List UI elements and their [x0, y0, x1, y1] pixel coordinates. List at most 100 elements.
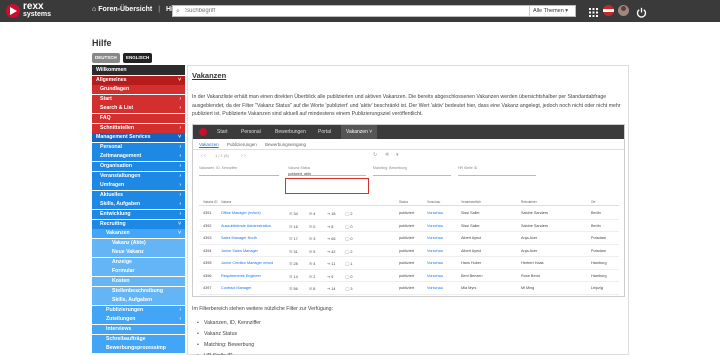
table-cell-name[interactable]: Junior Creditor Manager m/w/d [221, 261, 273, 265]
chevron-icon: › [179, 306, 181, 313]
table-cell-resp: Mia Myrs [461, 286, 476, 290]
page-title: Hilfe [92, 38, 112, 48]
table-cell-city: Potsdam [591, 249, 606, 253]
table-row[interactable]: 4395 Junior Creditor Manager m/w/d ☰ 28 ✉ 4… [199, 257, 619, 270]
table-cell-prev[interactable]: Vorschau [427, 224, 443, 228]
table-cell-value: 0 [350, 274, 353, 279]
nav-item[interactable]: Vakanzen ˅ [92, 229, 185, 239]
table-cell-prev[interactable]: Vorschau [427, 274, 443, 278]
lang-de-button[interactable]: DEUTSCH [92, 53, 120, 63]
table-cell-c4: ◯ 2 [345, 211, 352, 216]
table-cell-resp: Albert Ayeul [461, 236, 481, 240]
table-cell-status: publiziert [399, 211, 414, 215]
embedded-tab-active: Vakanzen ˅ [341, 125, 378, 139]
nav-item-label: Aktuelles [100, 191, 124, 198]
nav-item[interactable]: Aktuelles › [92, 190, 185, 200]
user-avatar[interactable] [618, 5, 629, 16]
nav-item[interactable]: Skills, Aufgaben › [92, 200, 185, 210]
table-cell-value: publiziert [399, 273, 415, 278]
themes-select[interactable]: Alle Themen ▾ [529, 6, 575, 16]
nav-item[interactable]: Anzeige [92, 257, 185, 267]
chevron-icon: › [179, 316, 181, 323]
nav-item[interactable]: Kosten [92, 277, 185, 287]
search-input[interactable] [185, 6, 525, 16]
nav-item[interactable]: Zuteilungen › [92, 315, 185, 325]
embedded-tab: Portal [318, 129, 332, 135]
nav-item[interactable]: Stellenbeschreibung [92, 286, 185, 296]
table-cell-id: 4394 [203, 249, 211, 253]
nav-item[interactable]: Bewerbungsprozessimp [92, 344, 185, 354]
nav-item-label: Start [100, 95, 112, 102]
nav-item[interactable]: Zeitmanagement › [92, 152, 185, 162]
grid-icon[interactable] [588, 5, 599, 17]
table-cell-value: Hamburg [591, 261, 607, 265]
nav-item-label: Vakanz (Akte) [112, 239, 146, 246]
table-row[interactable]: 4397 Contract Manager ☰ 56 ✉ 8 ➜ 14 ◯ 3 publiz… [199, 282, 619, 295]
power-icon[interactable] [636, 5, 647, 18]
rexx-logo[interactable]: rexx systems [6, 2, 64, 20]
nav-item[interactable]: Neue Vakanz [92, 248, 185, 258]
nav-item[interactable]: Management Services ˅ [92, 133, 185, 143]
table-row[interactable]: 4396 Requirements Engineer ☰ 14 ✉ 2 ➜ 9 ◯ 0 pu… [199, 270, 619, 282]
table-cell-value: 0 [350, 224, 353, 229]
embedded-screenshot: Start Personal Bewerbungen Portal Vakanz… [192, 124, 625, 297]
nav-item[interactable]: Interviews [92, 325, 185, 335]
nav-item[interactable]: Vakanz (Akte) [92, 238, 185, 248]
table-cell-value: 18 [331, 212, 336, 216]
nav-item[interactable]: Schreibaufträge [92, 334, 185, 344]
embedded-filter-label: HR Stelle ID [458, 166, 478, 170]
embedded-logo [199, 128, 207, 136]
table-cell-prev[interactable]: Vorschau [427, 286, 443, 290]
nav-item[interactable]: Schnittstellen › [92, 123, 185, 133]
table-cell-name[interactable]: Sales Manager North [221, 236, 257, 240]
table-row[interactable]: 4394 Junior Sales Manager ☰ 31 ✉ 5 ➜ 42 ◯ 2 pu… [199, 245, 619, 257]
table-cell-prev[interactable]: Vorschau [427, 211, 443, 215]
embedded-paging: 1 / 1 (5) [215, 153, 229, 158]
nav-item[interactable]: Allgemeines ˅ [92, 75, 185, 85]
nav-item[interactable]: Personal › [92, 142, 185, 152]
nav-item[interactable]: Formular [92, 267, 185, 277]
nav-item[interactable]: Skills, Aufgaben [92, 296, 185, 306]
table-cell-name[interactable]: Contract Manager [221, 286, 251, 290]
table-cell-name[interactable]: Auszubildende Administration [221, 224, 271, 228]
table-cell-name[interactable]: Office Manager (m/w/d) [221, 211, 261, 215]
table-cell-prev[interactable]: Vorschau [427, 261, 443, 265]
table-row[interactable]: 4391 Office Manager (m/w/d) ☰ 34 ✉ 4 ➜ 18 ◯ 2… [199, 207, 619, 220]
nav-item[interactable]: Search & List › [92, 104, 185, 114]
table-cell-c2: ✉ 0 [309, 224, 315, 229]
nav-item[interactable]: Organisation › [92, 161, 185, 171]
breadcrumb: ⌂ Foren-Übersicht | Hilfe [92, 6, 181, 13]
chevron-icon: ˅ [178, 220, 181, 227]
table-row[interactable]: 4393 Sales Manager North ☰ 17 ✉ 3 ➜ 65 ◯ 0 pub… [199, 232, 619, 245]
nav-item[interactable]: Grundlagen [92, 85, 185, 95]
nav-item[interactable]: Willkommen [92, 65, 185, 75]
table-cell-value: 2 [350, 212, 353, 216]
nav-item[interactable]: FAQ [92, 113, 185, 123]
help-navigation: Willkommen Allgemeines ˅ Grundlagen Start › Se… [92, 65, 185, 355]
lang-en-button[interactable]: ENGLISCH [123, 53, 153, 63]
nav-item[interactable]: Veranstaltungen › [92, 171, 185, 181]
nav-item[interactable]: Publizierungen › [92, 305, 185, 315]
table-cell-city: Hamburg [591, 274, 607, 278]
table-header-cell: Rekrutierer [521, 200, 537, 204]
nav-item[interactable]: Recruiting ˅ [92, 219, 185, 229]
table-row[interactable]: 4392 Auszubildende Administration ☰ 16 ✉ 0 ➜… [199, 220, 619, 232]
nav-item-label: Vakanzen [106, 230, 130, 237]
table-cell-c4: ◯ 3 [345, 286, 352, 291]
nav-item[interactable]: Start › [92, 94, 185, 104]
table-cell-prev[interactable]: Vorschau [427, 249, 443, 253]
chevron-icon: › [179, 191, 181, 198]
flag-avatar[interactable] [603, 5, 614, 16]
table-cell-c3: ➜ 18 [327, 211, 335, 216]
table-cell-name[interactable]: Junior Sales Manager [221, 249, 258, 253]
content-after-text: Im Filterbereich stehen weitere nützlich… [192, 306, 333, 312]
nav-item-label: Formular [112, 268, 135, 275]
table-cell-prev[interactable]: Vorschau [427, 236, 443, 240]
nav-item[interactable]: Entwicklung › [92, 209, 185, 219]
nav-item[interactable]: Umfragen › [92, 181, 185, 191]
breadcrumb-forum[interactable]: Foren-Übersicht [98, 6, 152, 13]
table-cell-name[interactable]: Requirements Engineer [221, 274, 261, 278]
table-cell-value: 9 [331, 274, 334, 279]
rexx-logo-mark [6, 4, 20, 18]
table-cell-value: 34 [293, 212, 298, 216]
